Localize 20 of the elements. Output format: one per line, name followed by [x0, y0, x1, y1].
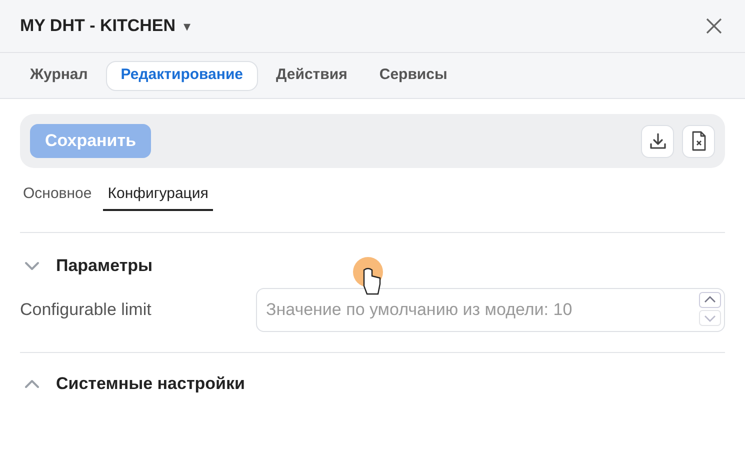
section-title: Системные настройки	[56, 373, 245, 396]
title-dropdown[interactable]: ▾	[184, 16, 191, 36]
number-field[interactable]: Значение по умолчанию из модели: 10	[256, 288, 725, 332]
section-title: Параметры	[56, 255, 153, 278]
subtab[interactable]: Конфигурация	[102, 180, 214, 211]
window-title: MY DHT - KITCHEN	[20, 15, 176, 38]
download-icon	[648, 132, 666, 150]
close-icon[interactable]	[706, 18, 722, 34]
chevron-down-icon[interactable]	[24, 261, 40, 271]
tab[interactable]: Редактирование	[106, 60, 258, 90]
download-button[interactable]	[641, 124, 674, 158]
subtab[interactable]: Основное	[20, 180, 95, 211]
tab[interactable]: Журнал	[16, 60, 102, 90]
field-label: Configurable limit	[20, 299, 152, 322]
increment-icon[interactable]	[699, 292, 721, 308]
file-x-icon	[690, 131, 706, 151]
tab[interactable]: Действия	[262, 60, 362, 90]
tab[interactable]: Сервисы	[365, 60, 462, 90]
chevron-up-icon[interactable]	[24, 379, 40, 389]
clear-file-button[interactable]	[682, 124, 715, 158]
